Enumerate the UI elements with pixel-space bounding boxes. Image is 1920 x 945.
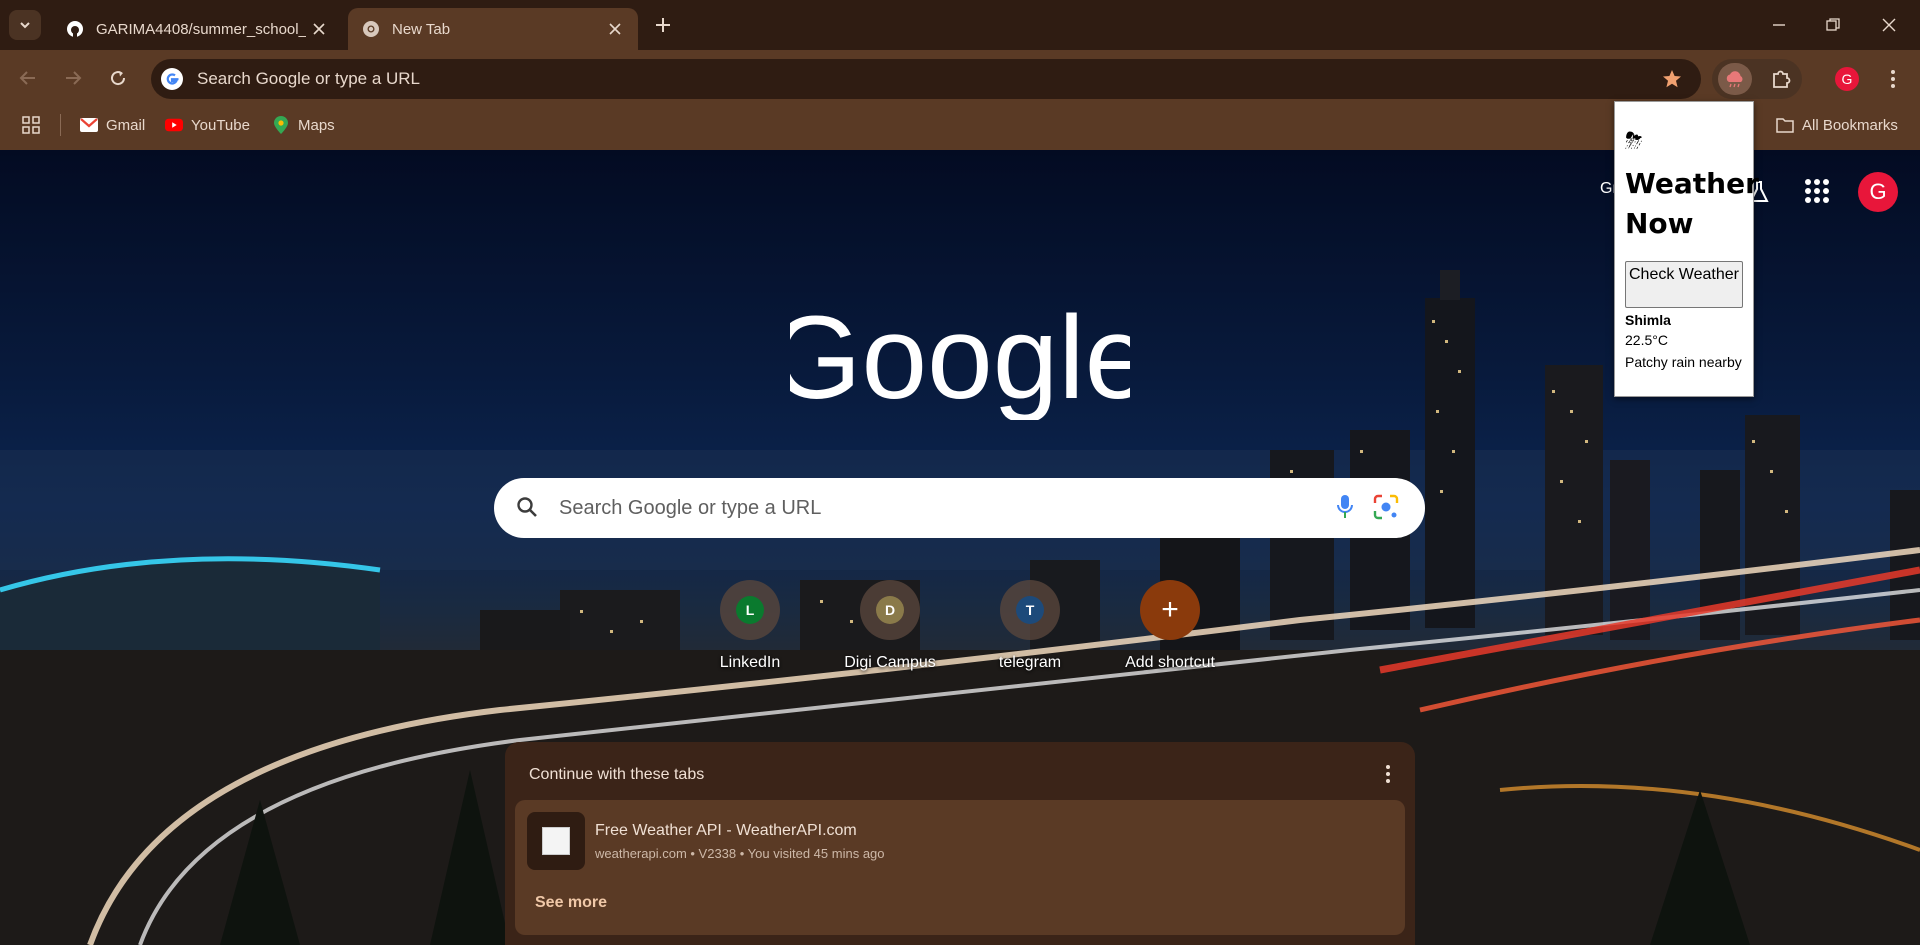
close-window-button[interactable] [1866, 10, 1912, 40]
close-icon [1882, 18, 1896, 32]
bookmark-gmail[interactable]: Gmail [80, 112, 145, 138]
bookmark-label: Maps [298, 116, 335, 134]
restore-icon [1826, 18, 1840, 31]
google-apps-icon[interactable] [1804, 178, 1830, 209]
apps-shortcut[interactable] [22, 112, 40, 138]
back-button[interactable] [13, 63, 43, 93]
close-tab-icon[interactable] [606, 20, 624, 38]
browser-menu-button[interactable] [1880, 65, 1906, 93]
see-more-link[interactable]: See more [535, 894, 607, 912]
shortcut-label: LinkedIn [719, 654, 781, 671]
close-tab-icon[interactable] [310, 20, 328, 38]
digi-campus-favicon-icon: D [876, 596, 904, 624]
bookmark-maps[interactable]: Maps [272, 112, 335, 138]
search-icon [516, 496, 538, 523]
page-thumbnail [527, 812, 585, 870]
arrow-left-icon [19, 71, 35, 85]
svg-text:Google: Google [790, 300, 1130, 420]
telegram-favicon-icon: T [1016, 596, 1044, 624]
more-vertical-icon [1386, 765, 1390, 783]
gmail-icon [80, 116, 98, 134]
voice-search-icon[interactable] [1335, 494, 1355, 525]
bookmark-youtube[interactable]: YouTube [165, 112, 250, 138]
shortcut-tile: D [860, 580, 920, 640]
continue-tabs-title: Continue with these tabs [529, 766, 705, 783]
folder-icon [1776, 116, 1794, 134]
weather-extension-icon [1726, 71, 1743, 88]
restore-button[interactable] [1810, 10, 1856, 40]
recent-tab-item[interactable]: Free Weather API - WeatherAPI.com weathe… [515, 800, 1405, 935]
forward-button[interactable] [58, 63, 88, 93]
minimize-icon [1773, 24, 1785, 26]
plus-icon: + [1161, 593, 1179, 626]
card-menu-button[interactable] [1385, 764, 1391, 789]
apps-grid-icon [22, 116, 40, 134]
google-lens-icon[interactable] [1373, 494, 1399, 525]
shortcut-telegram[interactable]: T telegram [970, 580, 1090, 672]
weather-extension-popup: ⛈ Weather Now Check Weather Shimla 22.5°… [1614, 101, 1759, 397]
all-bookmarks-button[interactable]: All Bookmarks [1776, 112, 1898, 138]
check-weather-button[interactable]: Check Weather [1625, 261, 1743, 308]
all-bookmarks-label: All Bookmarks [1802, 116, 1898, 134]
shortcut-linkedin[interactable]: L LinkedIn [690, 580, 810, 672]
reload-button[interactable] [103, 63, 133, 93]
search-box[interactable]: Search Google or type a URL [494, 478, 1425, 538]
maps-icon [272, 116, 290, 134]
extensions-button[interactable] [1765, 63, 1797, 95]
reload-icon [111, 71, 126, 86]
shortcut-tile: L [720, 580, 780, 640]
chrome-icon [362, 20, 380, 38]
tab-title: GARIMA4408/summer_school_c [96, 20, 306, 38]
youtube-icon [165, 116, 183, 134]
shortcut-label: Digi Campus [844, 654, 936, 671]
shortcut-digi-campus[interactable]: D Digi Campus [830, 580, 950, 672]
storm-cloud-icon: ⛈ [1625, 128, 1643, 153]
new-tab-button[interactable] [650, 12, 676, 38]
popup-title: Weather Now [1625, 167, 1759, 240]
weather-temperature: 22.5°C [1625, 332, 1668, 348]
tab-github[interactable]: GARIMA4408/summer_school_c [52, 8, 342, 50]
google-g-icon [161, 68, 183, 90]
tab-new-tab[interactable]: New Tab [348, 8, 638, 50]
weather-extension-button[interactable] [1718, 63, 1752, 95]
search-placeholder: Search Google or type a URL [559, 497, 822, 519]
tab-title: New Tab [392, 20, 451, 38]
bookmark-label: YouTube [191, 116, 250, 134]
shortcut-tile: + [1140, 580, 1200, 640]
puzzle-icon [1773, 70, 1791, 88]
weatherapi-favicon-icon [542, 827, 570, 855]
shortcut-tile: T [1000, 580, 1060, 640]
more-vertical-icon [1891, 70, 1895, 88]
linkedin-favicon-icon: L [736, 596, 764, 624]
shortcut-label: telegram [998, 654, 1062, 671]
bookmark-star-icon[interactable] [1661, 68, 1683, 95]
chevron-down-icon [20, 22, 30, 29]
tab-search-button[interactable] [9, 10, 41, 40]
github-icon [66, 20, 84, 38]
bookmarks-divider [60, 114, 61, 136]
weather-city: Shimla [1625, 312, 1671, 328]
recent-tab-meta: weatherapi.com • V2338 • You visited 45 … [595, 846, 885, 861]
weather-condition: Patchy rain nearby [1625, 354, 1742, 370]
bookmark-label: Gmail [106, 116, 146, 134]
shortcut-label: Add shortcut [1125, 654, 1215, 671]
profile-avatar[interactable]: G [1835, 67, 1859, 91]
plus-icon [656, 18, 670, 32]
account-avatar[interactable]: G [1858, 172, 1898, 212]
continue-tabs-card: Continue with these tabs Free Weather AP… [505, 742, 1415, 945]
arrow-right-icon [66, 71, 82, 85]
recent-tab-title: Free Weather API - WeatherAPI.com [595, 822, 857, 839]
minimize-button[interactable] [1756, 10, 1802, 40]
add-shortcut-button[interactable]: + Add shortcut [1110, 580, 1230, 672]
address-bar[interactable]: Search Google or type a URL [151, 59, 1701, 99]
address-bar-placeholder: Search Google or type a URL [197, 69, 421, 88]
